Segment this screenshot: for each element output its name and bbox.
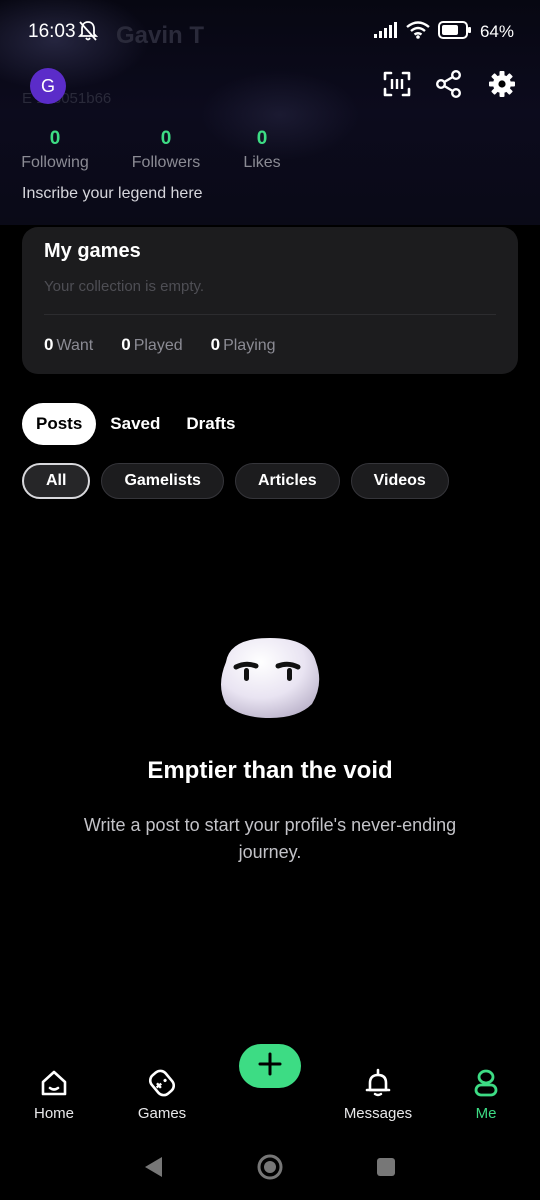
share-icon	[435, 69, 463, 103]
settings-button[interactable]	[486, 70, 518, 102]
filter-videos[interactable]: Videos	[350, 463, 449, 499]
recents-square-icon	[375, 1156, 397, 1183]
gamepad-icon	[147, 1068, 177, 1098]
stat-label: Likes	[243, 154, 281, 171]
back-button[interactable]	[138, 1154, 168, 1184]
profile-screen: Gavin T E 1ab051b66 16:03 64% G 0 Follow…	[0, 0, 540, 1200]
stat-likes[interactable]: 0 Likes	[238, 128, 286, 172]
my-games-card[interactable]: My games Your collection is empty. 0 Want…	[22, 227, 518, 374]
stat-value: 0	[49, 128, 61, 149]
filter-articles[interactable]: Articles	[234, 463, 340, 499]
mascot-illustration	[212, 632, 328, 720]
nav-label: Home	[33, 1105, 74, 1122]
nav-home[interactable]: Home	[4, 1068, 104, 1122]
stat-label: Followers	[131, 154, 201, 171]
stat-value: 0	[256, 128, 268, 149]
profile-bio[interactable]: Inscribe your legend here	[22, 185, 203, 203]
post-filters: All Gamelists Articles Videos	[22, 463, 449, 499]
count-want[interactable]: 0 Want	[44, 335, 93, 355]
stat-followers[interactable]: 0 Followers	[128, 128, 204, 172]
home-circle-icon	[256, 1153, 284, 1186]
create-post-button[interactable]	[239, 1044, 301, 1088]
home-system-button[interactable]	[255, 1154, 285, 1184]
status-indicators: 64%	[373, 20, 514, 44]
nav-label: Messages	[343, 1105, 413, 1122]
empty-state-title: Emptier than the void	[147, 757, 393, 784]
battery-icon	[437, 20, 472, 44]
nav-me[interactable]: Me	[436, 1068, 536, 1122]
scan-button[interactable]	[381, 70, 413, 102]
my-games-empty-text: Your collection is empty.	[44, 278, 205, 295]
nav-messages[interactable]: Messages	[328, 1068, 428, 1122]
avatar-letter: G	[40, 75, 55, 96]
my-games-title: My games	[44, 240, 141, 262]
filter-all[interactable]: All	[22, 463, 91, 499]
count-playing[interactable]: 0 Playing	[211, 335, 276, 355]
notifications-muted-icon	[77, 20, 99, 42]
tab-saved[interactable]: Saved	[110, 403, 160, 445]
nav-label: Me	[475, 1105, 497, 1122]
nav-label: Games	[137, 1105, 187, 1122]
share-button[interactable]	[433, 69, 465, 103]
status-bar: 16:03 64%	[0, 0, 540, 60]
bell-icon	[363, 1068, 393, 1098]
nav-games[interactable]: Games	[112, 1068, 212, 1122]
battery-percentage: 64%	[479, 22, 514, 41]
tab-posts[interactable]: Posts	[22, 403, 97, 445]
bottom-navigation: Home Games Messages Me	[0, 1040, 540, 1130]
my-games-counts: 0 Want 0 Played 0 Playing	[44, 335, 276, 355]
scan-icon	[383, 71, 411, 102]
system-navigation-bar	[0, 1140, 540, 1200]
tab-drafts[interactable]: Drafts	[174, 403, 243, 445]
user-icon	[471, 1068, 501, 1098]
divider	[44, 314, 496, 315]
profile-tabs: Posts Saved Drafts	[22, 403, 244, 445]
empty-state-description: Write a post to start your profile's nev…	[83, 815, 457, 862]
gear-icon	[488, 70, 516, 103]
status-time: 16:03	[28, 21, 76, 42]
stat-following[interactable]: 0 Following	[20, 128, 90, 172]
signal-icon	[373, 21, 398, 43]
count-played[interactable]: 0 Played	[121, 335, 182, 355]
filter-gamelists[interactable]: Gamelists	[101, 463, 224, 499]
stat-label: Following	[21, 154, 89, 171]
recents-button[interactable]	[371, 1154, 401, 1184]
back-triangle-icon	[142, 1155, 164, 1184]
plus-icon	[258, 1052, 282, 1081]
home-icon	[39, 1068, 69, 1098]
stat-value: 0	[160, 128, 172, 149]
avatar[interactable]: G	[30, 68, 66, 104]
wifi-icon	[406, 20, 430, 44]
